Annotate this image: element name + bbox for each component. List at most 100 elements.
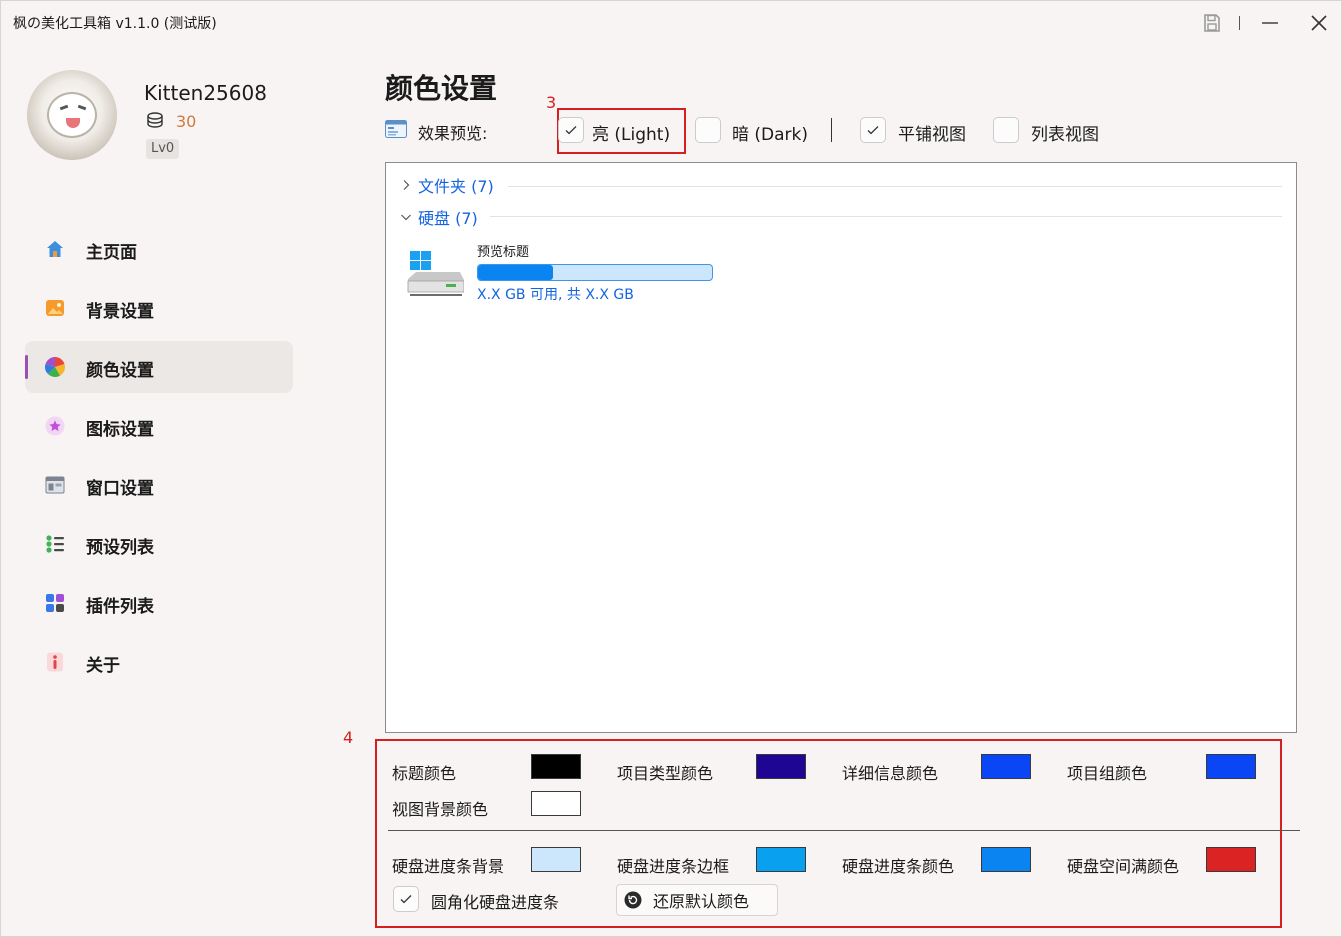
nav-item-background[interactable]: 背景设置 xyxy=(25,282,293,334)
nav-item-label: 窗口设置 xyxy=(86,479,154,499)
dark-label: 暗 (Dark) xyxy=(732,125,809,145)
bar-fill-color-swatch[interactable] xyxy=(981,847,1031,872)
group-folders[interactable]: 文件夹 (7) xyxy=(400,174,494,196)
window-icon xyxy=(45,476,65,494)
palette-icon xyxy=(45,357,65,377)
home-icon xyxy=(47,241,63,257)
dark-checkbox[interactable] xyxy=(695,117,721,143)
image-icon xyxy=(46,300,64,316)
view-bg-color-label: 视图背景颜色 xyxy=(392,800,489,819)
app-window: 枫の美化工具箱 v1.1.0 (测试版) Kitten25608 30 Lv0 … xyxy=(0,0,1342,937)
bar-fill-color-label: 硬盘进度条颜色 xyxy=(842,857,955,876)
bar-bg-color-label: 硬盘进度条背景 xyxy=(392,857,505,876)
title-color-swatch[interactable] xyxy=(531,754,581,779)
rounded-bar-label: 圆角化硬盘进度条 xyxy=(431,893,560,912)
level-badge: Lv0 xyxy=(146,139,180,159)
nav-item-label: 关于 xyxy=(86,656,120,676)
tile-view-checkbox[interactable] xyxy=(860,117,886,143)
group-divider xyxy=(508,186,1282,187)
coins-icon xyxy=(147,112,163,128)
drive-detail: X.X GB 可用, 共 X.X GB xyxy=(477,287,634,303)
checkmark-icon xyxy=(400,895,412,904)
hard-drive-icon xyxy=(407,251,464,296)
reset-colors-label: 还原默认颜色 xyxy=(653,892,750,911)
close-icon xyxy=(1311,15,1327,31)
group-drives[interactable]: 硬盘 (7) xyxy=(400,206,478,228)
nav-item-icons[interactable]: 图标设置 xyxy=(25,400,293,452)
bar-border-color-swatch[interactable] xyxy=(756,847,806,872)
star-icon xyxy=(45,416,65,436)
nav-item-label: 主页面 xyxy=(86,243,137,263)
annotation-marker-4: 4 xyxy=(343,728,354,747)
info-icon xyxy=(47,652,63,672)
nav-item-about[interactable]: 关于 xyxy=(25,636,293,688)
light-checkbox[interactable] xyxy=(558,117,584,143)
nav-item-label: 图标设置 xyxy=(86,420,154,440)
title-bar: 枫の美化工具箱 v1.1.0 (测试版) xyxy=(1,1,1341,45)
username: Kitten25608 xyxy=(144,81,267,105)
group-label: 文件夹 (7) xyxy=(418,177,494,196)
bar-full-color-label: 硬盘空间满颜色 xyxy=(1067,857,1180,876)
bar-bg-color-swatch[interactable] xyxy=(531,847,581,872)
title-color-label: 标题颜色 xyxy=(392,764,457,783)
nav-item-label: 背景设置 xyxy=(86,302,154,322)
light-label: 亮 (Light) xyxy=(592,125,671,145)
preview-label: 效果预览: xyxy=(418,124,488,143)
group-color-label: 项目组颜色 xyxy=(1067,764,1148,783)
avatar-eye xyxy=(77,104,87,111)
save-icon xyxy=(1204,14,1220,32)
chevron-right-icon xyxy=(403,180,410,190)
save-button[interactable] xyxy=(1194,7,1230,39)
titlebar-separator xyxy=(1239,16,1240,30)
checkmark-icon xyxy=(565,126,577,135)
group-label: 硬盘 (7) xyxy=(418,209,478,228)
nav-item-label: 颜色设置 xyxy=(86,361,154,381)
coin-value: 30 xyxy=(176,111,197,131)
detail-color-swatch[interactable] xyxy=(981,754,1031,779)
avatar[interactable] xyxy=(27,70,117,160)
list-view-checkbox[interactable] xyxy=(993,117,1019,143)
reset-colors-button[interactable]: 还原默认颜色 xyxy=(616,884,778,916)
avatar-eye xyxy=(59,104,69,111)
group-color-swatch[interactable] xyxy=(1206,754,1256,779)
app-title: 枫の美化工具箱 v1.1.0 (测试版) xyxy=(13,16,217,32)
view-bg-color-swatch[interactable] xyxy=(531,791,581,816)
list-icon xyxy=(46,535,64,553)
coin-row: 30 xyxy=(146,111,196,131)
bar-border-color-label: 硬盘进度条边框 xyxy=(617,857,730,876)
preview-icon xyxy=(385,120,407,138)
drive-usage-fill xyxy=(478,265,553,280)
section-divider xyxy=(388,830,1300,831)
tile-view-label: 平铺视图 xyxy=(898,125,966,145)
nav-item-colors[interactable]: 颜色设置 xyxy=(25,341,293,393)
avatar-mouth xyxy=(66,118,80,128)
bar-full-color-swatch[interactable] xyxy=(1206,847,1256,872)
explorer-preview: 文件夹 (7) 硬盘 (7) 预览标题 X.X GB 可用, 共 X.X GB xyxy=(385,162,1297,733)
nav-item-home[interactable]: 主页面 xyxy=(25,223,293,275)
chevron-down-icon xyxy=(401,214,411,221)
grid-icon xyxy=(46,594,64,612)
page-title: 颜色设置 xyxy=(385,72,498,105)
color-settings: 标题颜色 项目类型颜色 详细信息颜色 项目组颜色 视图背景颜色 硬盘进度条背景 … xyxy=(377,741,1300,927)
active-indicator xyxy=(25,355,28,379)
checkmark-icon xyxy=(867,126,879,135)
rounded-bar-checkbox[interactable] xyxy=(393,886,419,912)
drive-usage-bar xyxy=(477,264,713,281)
nav-item-label: 插件列表 xyxy=(86,597,154,617)
nav-item-label: 预设列表 xyxy=(86,538,154,558)
nav-item-presets[interactable]: 预设列表 xyxy=(25,518,293,570)
list-view-label: 列表视图 xyxy=(1031,125,1099,145)
preview-separator xyxy=(831,118,832,142)
detail-color-label: 详细信息颜色 xyxy=(842,764,939,783)
group-divider xyxy=(490,216,1282,217)
preview-controls: 效果预览: 亮 (Light) 暗 (Dark) 平铺视图 列表视图 xyxy=(385,114,1285,146)
drive-name: 预览标题 xyxy=(477,245,530,260)
reset-icon xyxy=(624,891,642,909)
close-button[interactable] xyxy=(1301,7,1337,39)
nav-item-window[interactable]: 窗口设置 xyxy=(25,459,293,511)
type-color-swatch[interactable] xyxy=(756,754,806,779)
nav-item-plugins[interactable]: 插件列表 xyxy=(25,577,293,629)
minimize-button[interactable] xyxy=(1252,7,1288,39)
minimize-icon xyxy=(1262,22,1278,24)
avatar-face xyxy=(47,92,97,138)
